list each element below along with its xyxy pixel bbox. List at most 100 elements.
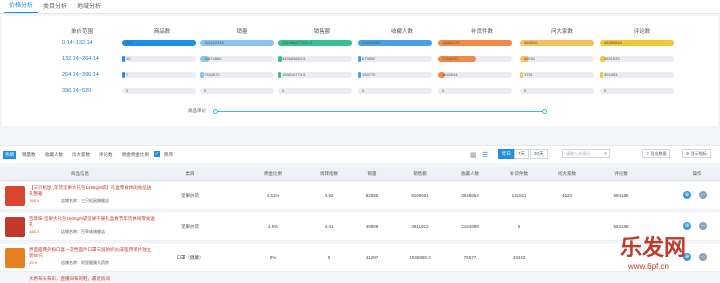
header-revenue: 销售额 — [313, 29, 331, 35]
price-slider-min-handle[interactable] — [213, 109, 218, 114]
price-slider-max-handle[interactable] — [542, 109, 547, 114]
col-revenue[interactable]: 销售额 — [395, 171, 445, 177]
stat-bar-value: 7334572 — [204, 72, 220, 77]
table-row[interactable]: 【三只松鼠_年货坚果大礼包1498g/8袋】礼盒零食休闲食品送礼整箱 168.0 店… — [0, 182, 720, 210]
cell-category: 口罩（健康） — [176, 255, 204, 260]
stat-bar-fill — [122, 56, 125, 62]
header-favorites: 收藏人数 — [390, 29, 413, 35]
grid-view-icon[interactable]: ▦ — [468, 150, 479, 160]
col-questions[interactable]: 问大家数 — [542, 171, 592, 177]
stat-bar: 11674860 — [200, 56, 274, 62]
stat-bar-value: 1542644 — [442, 72, 458, 77]
price-slider-track[interactable] — [216, 111, 546, 112]
table-row[interactable]: 百草味-坚果大礼包1600g/9袋坚果干果礼盒春节年货休闲零食送礼 188.0 店铺… — [0, 213, 720, 241]
product-price: 19.9 — [29, 260, 37, 265]
fields-button[interactable]: ⚙ 显示指标 — [682, 149, 711, 158]
stat-bar-value: 101986677401.5 — [282, 40, 313, 45]
sort-desc-checkbox[interactable]: ✓ — [154, 151, 160, 157]
cell-restock: 43443 — [512, 255, 526, 260]
cell-turnover: 4.41 — [324, 224, 334, 229]
stat-bar-value: 11674860 — [204, 56, 222, 61]
cell-sales: 45898 — [365, 224, 379, 229]
more-icon[interactable]: ⋯ — [699, 253, 707, 261]
product-price: 188.0 — [29, 229, 40, 234]
stat-bar-fill — [358, 56, 361, 62]
partial-row-title[interactable]: 大希布头布彩，直播间布的鞋，最近房间 — [29, 276, 110, 282]
cell-commission: 4.51% — [266, 193, 280, 198]
stat-bar: 0 — [358, 88, 432, 94]
product-thumbnail[interactable] — [5, 248, 25, 268]
sort-desc-label: 降序 — [164, 152, 173, 157]
range-7days[interactable]: 7天 — [514, 149, 530, 159]
cell-restock: 131511 — [511, 193, 527, 198]
cell-favorites: 75577 — [463, 255, 477, 260]
tab-category-analysis[interactable]: 类目分析 — [38, 1, 72, 13]
list-view-icon[interactable]: ☰ — [480, 150, 490, 160]
stat-bar-fill — [122, 72, 125, 78]
cell-reviews: 694186 — [613, 193, 629, 198]
filter-favorites[interactable]: 收藏人数 — [43, 151, 65, 159]
header-questions: 问大家数 — [550, 29, 573, 35]
stat-bar-value: 0 — [442, 88, 445, 93]
col-reviews[interactable]: 评论数 — [596, 171, 646, 177]
stat-bar-fill — [122, 40, 196, 46]
cell-reviews: 563188 — [613, 224, 629, 229]
price-range-label[interactable]: 264.14~396.14 — [62, 72, 102, 78]
filter-questions[interactable]: 问大家数 — [70, 151, 92, 159]
filter-commission[interactable]: 佣金佣金比例 — [120, 151, 151, 159]
stat-bar: 1542644 — [438, 72, 512, 78]
product-thumbnail[interactable] — [5, 186, 25, 206]
stat-bar-value: 0 — [282, 88, 285, 93]
table-row[interactable]: 界面面两外粉口喜一次性面片口罩三层防护(k)非医用单片独立装50只 19.9 店铺名… — [0, 244, 720, 272]
stat-bar: 0 — [600, 88, 674, 94]
price-range-label[interactable]: 0.14~132.14 — [62, 40, 102, 46]
price-range-stats: 单价范围 商品数 销量 销售额 收藏人数 补货件数 问大家数 评论数 0.14~… — [2, 16, 718, 126]
price-range-label[interactable]: 396.14~520 — [62, 88, 102, 94]
cell-favorites: 2164989 — [461, 224, 479, 229]
cell-revenue: 1045969.3 — [409, 255, 431, 260]
price-range-label[interactable]: 132.14~264.14 — [62, 56, 102, 62]
search-icon[interactable]: ⌕ — [602, 150, 609, 159]
detail-icon[interactable]: ⊕ — [683, 222, 691, 230]
range-yesterday[interactable]: 昨日 — [498, 149, 515, 159]
range-30days[interactable]: 30天 — [530, 149, 548, 159]
cell-category: 坚果炒货 — [181, 224, 199, 229]
col-restock[interactable]: 补货件数 — [494, 171, 544, 177]
stat-bar-fill — [600, 72, 603, 78]
tab-region-analysis[interactable]: 地域分析 — [72, 1, 106, 13]
cell-restock: 0 — [517, 224, 521, 229]
header-reviews: 评论数 — [633, 29, 651, 35]
filter-sales[interactable]: 销量数 — [20, 151, 38, 159]
col-sales[interactable]: 销量 — [352, 171, 392, 177]
col-commission[interactable]: 佣金比例 — [248, 171, 298, 177]
tab-price-analysis[interactable]: 价格分析 — [4, 0, 39, 13]
product-price: 168.0 — [29, 198, 40, 203]
settings-icon: ⚙ — [686, 151, 690, 156]
product-title[interactable]: 【三只松鼠_年货坚果大礼包1498g/8袋】礼盒零食休闲食品送礼整箱 — [29, 185, 155, 197]
stat-bar: 673850 — [358, 56, 432, 62]
stat-bar-value: 114422318 — [204, 40, 224, 45]
col-favorites[interactable]: 收藏人数 — [445, 171, 495, 177]
stat-bar: 0 — [520, 88, 594, 94]
export-icon: ⇪ — [646, 151, 650, 156]
header-product-count: 商品数 — [153, 29, 171, 35]
col-turnover[interactable]: 周转指数 — [304, 171, 354, 177]
stat-bar-value: 14801175 — [442, 40, 460, 45]
shop-name: 店铺名称：百草味旗舰店 — [61, 229, 105, 234]
stat-bar: 3591533 — [600, 56, 674, 62]
stat-bar: 48380644 — [600, 40, 674, 46]
detail-icon[interactable]: ⊕ — [683, 191, 691, 199]
more-icon[interactable]: ⋯ — [699, 191, 707, 199]
filter-reviews[interactable]: 评论数 — [97, 151, 115, 159]
stat-bar: 45761 — [520, 56, 594, 62]
stat-bar: 369910 — [520, 40, 594, 46]
product-thumbnail[interactable] — [5, 217, 25, 237]
product-title[interactable]: 界面面两外粉口喜一次性面片口罩三层防护(k)非医用单片独立装50只 — [29, 247, 155, 259]
export-button[interactable]: ⇪ 导出数据 — [642, 149, 671, 158]
more-icon[interactable]: ⋯ — [699, 222, 707, 230]
product-title[interactable]: 百草味-坚果大礼包1600g/9袋坚果干果礼盒春节年货休闲零食送礼 — [29, 216, 155, 228]
filter-hot[interactable]: 热销 — [3, 151, 16, 159]
stat-bar: 10 — [122, 56, 196, 62]
stat-bar-fill — [358, 72, 361, 78]
stat-bar-value: 159519774.9 — [282, 72, 306, 77]
